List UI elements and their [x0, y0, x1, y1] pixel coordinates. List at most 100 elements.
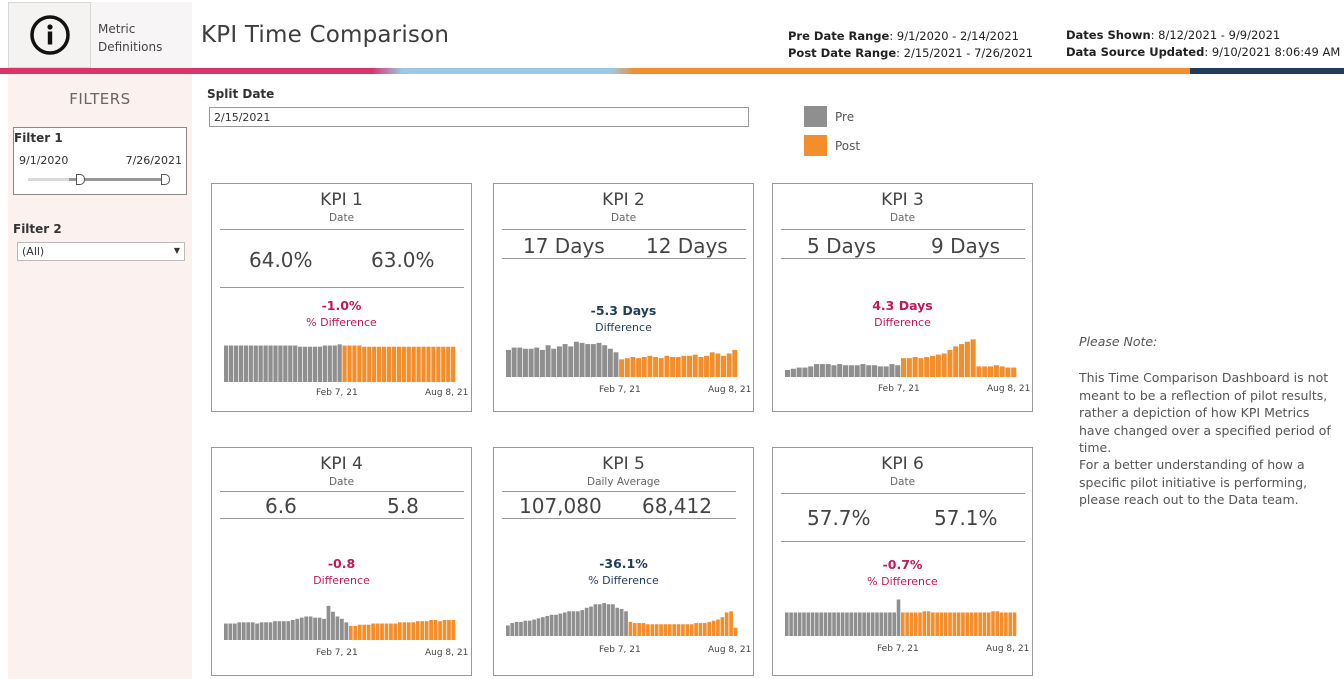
sparkline-bar-pre: [892, 612, 897, 636]
sparkline-bar-pre: [845, 612, 849, 636]
sparkline-bar-pre: [273, 345, 278, 382]
filter1-slider-max-handle[interactable]: [161, 174, 170, 185]
legend-swatch-post: [804, 135, 827, 156]
sparkline-bar-post: [396, 346, 402, 382]
sparkline-bar-pre: [288, 345, 293, 382]
sparkline-bar-pre: [554, 614, 558, 636]
sparkline-bar-pre: [522, 348, 528, 377]
sparkline-bar-post: [999, 612, 1004, 636]
sparkline-bar-post: [947, 349, 953, 377]
sparkline-bar-post: [646, 624, 650, 636]
sparkline-bar-pre: [797, 612, 802, 636]
sparkline-bar-pre: [854, 365, 860, 377]
sparkline-bar-post: [632, 623, 637, 636]
sparkline-bar-pre: [580, 610, 585, 636]
sparkline-bar-pre: [562, 612, 567, 636]
sparkline-bar-post: [901, 612, 905, 636]
axis-label-start: Feb 7, 21: [316, 648, 358, 658]
sparkline-bar-post: [732, 349, 738, 377]
kpi-subtitle: Date: [889, 476, 916, 488]
sparkline-bar-post: [380, 623, 384, 640]
sparkline-bar-pre: [606, 604, 611, 636]
sparkline-bar-post: [982, 366, 988, 377]
sparkline-bar-post: [391, 346, 397, 382]
kpi-pre-value: 107,080: [519, 494, 602, 518]
sparkline-bar-post: [729, 611, 733, 636]
sparkline-bar-post: [628, 621, 633, 636]
filter2-dropdown[interactable]: (All) ▼: [17, 242, 185, 261]
sparkline-bar-pre: [293, 345, 298, 382]
sparkline-bar-post: [384, 623, 389, 640]
sparkline-bar-pre: [896, 599, 901, 636]
metric-definitions-label[interactable]: Metric Definitions: [91, 2, 192, 68]
sparkline-bar-post: [342, 345, 347, 382]
sparkline-bar-post: [401, 346, 406, 382]
sparkline-bar-post: [733, 627, 738, 636]
sparkline-bar-pre: [611, 604, 615, 636]
split-date-input[interactable]: 2/15/2021: [209, 107, 749, 127]
sparkline-bar-pre: [232, 623, 237, 640]
kpi-sparkline: [506, 341, 738, 377]
metric-definitions-info-button[interactable]: [8, 2, 91, 68]
sparkline-bar-post: [670, 357, 676, 377]
sparkline-bar-pre: [322, 345, 327, 382]
sparkline-bar-pre: [624, 611, 628, 636]
sparkline-bar-pre: [584, 607, 589, 636]
kpi-pre-value: 64.0%: [249, 248, 313, 272]
sparkline-bar-pre: [258, 345, 263, 382]
kpi-sparkline: [224, 605, 456, 640]
sparkline-bar-post: [905, 612, 909, 636]
sparkline-bar-pre: [785, 369, 791, 377]
sparkline-bar-pre: [843, 365, 849, 377]
sparkline-bar-pre: [340, 618, 344, 640]
sparkline-bar-pre: [337, 344, 342, 382]
sparkline-bar-post: [377, 346, 382, 382]
kpi-title: KPI 5: [602, 454, 645, 474]
sparkline-bar-pre: [519, 621, 523, 636]
kpi-difference: -1.0%: [321, 298, 362, 313]
sparkline-bar-pre: [263, 345, 268, 382]
sparkline-bar-post: [426, 346, 431, 382]
kpi-subtitle: Date: [328, 212, 355, 224]
sparkline-bar-post: [416, 346, 421, 382]
kpi-pre-value: 5 Days: [807, 234, 876, 258]
legend-label-post: Post: [835, 138, 861, 153]
sparkline-bar-post: [398, 622, 402, 640]
kpi-card-6: KPI 6 Date 57.7% 57.1% -0.7% % Differenc…: [772, 447, 1033, 676]
kpi-sparkline: [224, 344, 456, 382]
sparkline-bar-post: [715, 353, 721, 377]
sparkline-bar-pre: [302, 346, 308, 382]
filter1-slider-min-handle[interactable]: [76, 174, 85, 185]
sparkline-bar-pre: [536, 618, 541, 636]
kpi-difference-label: Difference: [595, 321, 652, 334]
note-paragraph-1: This Time Comparison Dashboard is not me…: [1079, 370, 1331, 455]
sparkline-bar-pre: [510, 623, 515, 636]
sparkline-bar-post: [1008, 612, 1013, 636]
sparkline-bar-pre: [866, 612, 871, 636]
sparkline-bar-post: [906, 358, 912, 377]
sparkline-bar-pre: [889, 364, 895, 377]
kpi-title: KPI 2: [602, 190, 645, 210]
sparkline-bar-post: [436, 346, 441, 382]
sparkline-bar-pre: [810, 612, 815, 636]
sparkline-bar-post: [667, 624, 672, 636]
sparkline-bar-pre: [815, 612, 819, 636]
sparkline-bar-pre: [831, 365, 837, 377]
kpi-post-value: 12 Days: [646, 234, 728, 258]
sparkline-bar-post: [698, 623, 703, 636]
sparkline-bar-post: [926, 611, 931, 636]
sparkline-bar-post: [941, 353, 947, 377]
sparkline-bar-post: [991, 611, 995, 636]
sparkline-bar-post: [1005, 367, 1011, 377]
axis-label-end: Aug 8, 21: [987, 384, 1031, 394]
sparkline-bar-pre: [558, 613, 563, 636]
sparkline-bar-pre: [511, 347, 517, 377]
sparkline-bar-post: [357, 624, 362, 640]
kpi-sparkline: [506, 603, 738, 636]
divider: [781, 258, 1025, 259]
sparkline-bar-post: [1012, 612, 1017, 636]
sparkline-bar-post: [982, 612, 987, 636]
sparkline-bar-post: [1011, 367, 1017, 377]
kpi-post-value: 63.0%: [371, 248, 435, 272]
note-paragraph-2: For a better understanding of how a spec…: [1079, 457, 1308, 507]
